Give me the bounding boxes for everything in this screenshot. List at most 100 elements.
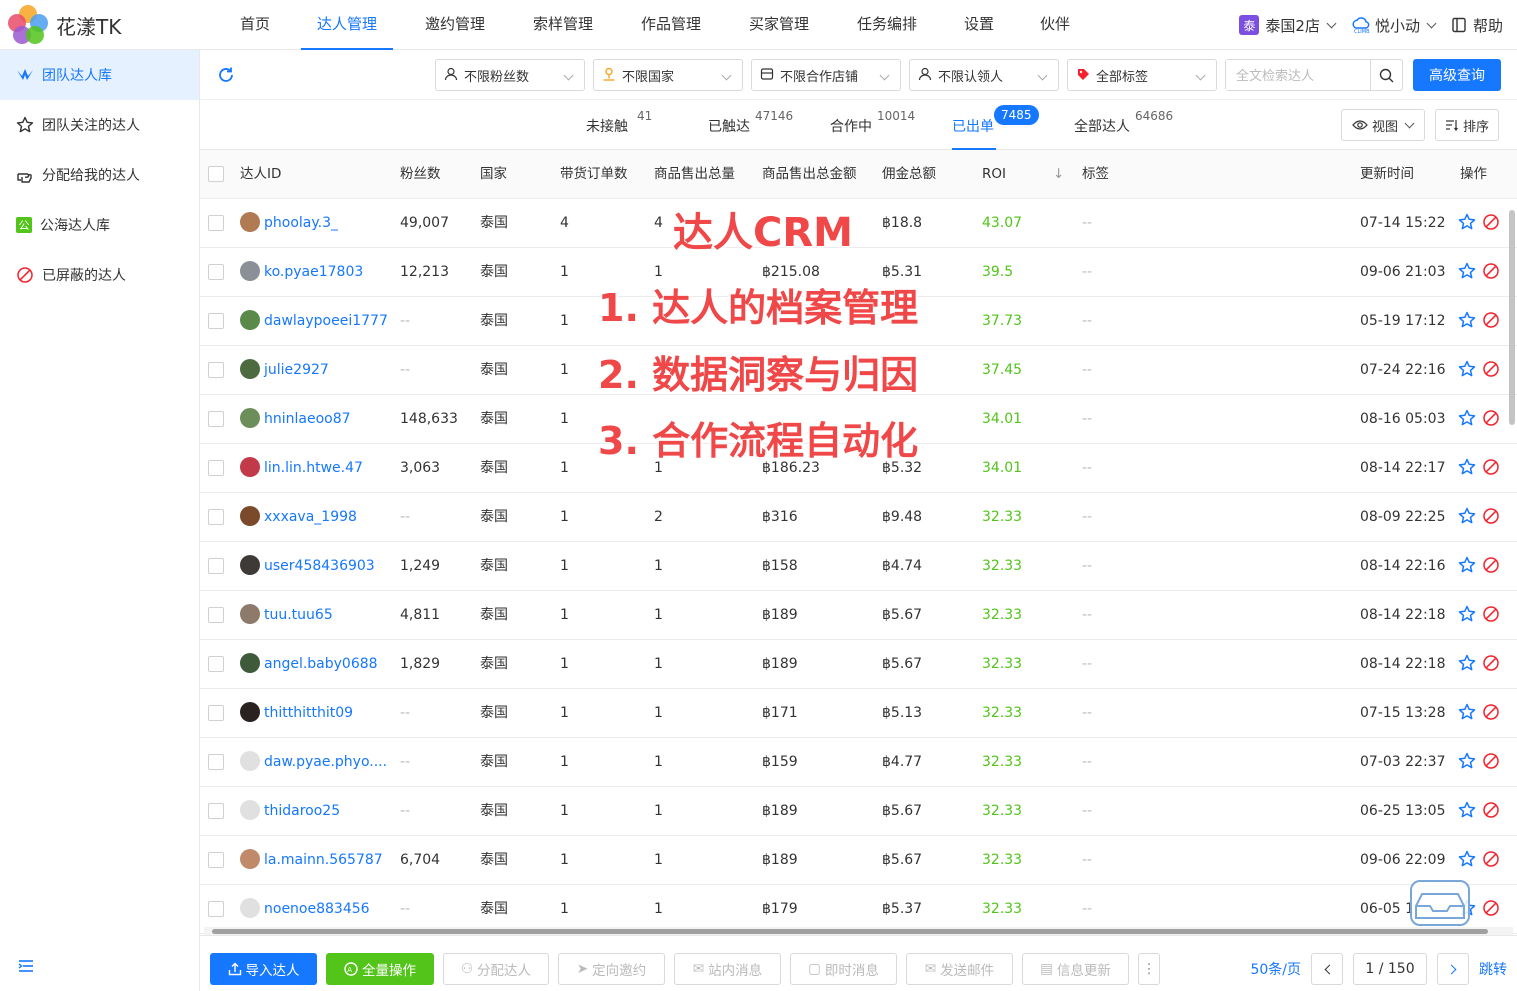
tab-has-orders[interactable]: 已出单 7485: [952, 100, 1039, 150]
row-checkbox[interactable]: [208, 803, 224, 819]
follow-star-icon[interactable]: [1458, 556, 1476, 578]
table-row[interactable]: dawlaypoeei1777 -- 泰国 1 37.73 -- 05-19 17:12: [200, 297, 1517, 346]
block-icon[interactable]: [1482, 311, 1500, 333]
sort-button[interactable]: 排序: [1435, 109, 1499, 141]
creator-id-link[interactable]: ko.pyae17803: [264, 264, 363, 280]
targeted-invite-button[interactable]: ➤ 定向邀约: [558, 953, 665, 985]
sidebar-item-public-pool[interactable]: 公 公海达人库: [0, 200, 199, 250]
nav-works-management[interactable]: 作品管理: [625, 0, 717, 50]
col-header-qty[interactable]: 商品售出总量: [654, 150, 735, 199]
table-row[interactable]: thitthitthit09 -- 泰国 1 1 ฿171 ฿5.13 32.33 -- 07-1…: [200, 689, 1517, 738]
creator-id-link[interactable]: thidaroo25: [264, 803, 340, 819]
refresh-icon[interactable]: [216, 65, 236, 89]
follow-star-icon[interactable]: [1458, 311, 1476, 333]
follow-star-icon[interactable]: [1458, 262, 1476, 284]
nav-settings[interactable]: 设置: [949, 0, 1009, 50]
creator-id-link[interactable]: lin.lin.htwe.47: [264, 460, 363, 476]
block-icon[interactable]: [1482, 213, 1500, 235]
follow-star-icon[interactable]: [1458, 409, 1476, 431]
creator-id-link[interactable]: tuu.tuu65: [264, 607, 333, 623]
row-checkbox[interactable]: [208, 558, 224, 574]
row-checkbox[interactable]: [208, 656, 224, 672]
block-icon[interactable]: [1482, 703, 1500, 725]
shop-filter-select[interactable]: 不限合作店铺: [751, 59, 901, 91]
block-icon[interactable]: [1482, 262, 1500, 284]
block-icon[interactable]: [1482, 899, 1500, 921]
table-row[interactable]: xxxava_1998 -- 泰国 1 2 ฿316 ฿9.48 32.33 -- 08-09 2…: [200, 493, 1517, 542]
follow-star-icon[interactable]: [1458, 360, 1476, 382]
block-icon[interactable]: [1482, 752, 1500, 774]
row-checkbox[interactable]: [208, 705, 224, 721]
scroll-thumb[interactable]: [212, 929, 1488, 934]
row-checkbox[interactable]: [208, 754, 224, 770]
tag-filter-select[interactable]: 全部标签: [1067, 59, 1217, 91]
creator-id-link[interactable]: la.mainn.565787: [264, 852, 383, 868]
bulk-operation-button[interactable]: A 全量操作: [326, 953, 434, 985]
creator-id-link[interactable]: dawlaypoeei1777: [264, 313, 388, 329]
assign-creators-button[interactable]: ⚇ 分配达人: [443, 953, 549, 985]
vertical-scrollbar[interactable]: [1509, 210, 1515, 425]
creator-id-link[interactable]: hninlaeoo87: [264, 411, 351, 427]
follow-star-icon[interactable]: [1458, 752, 1476, 774]
instant-message-button[interactable]: ▢ 即时消息: [790, 953, 897, 985]
app-logo[interactable]: 花漾TK: [8, 5, 121, 45]
search-input[interactable]: [1226, 60, 1366, 90]
row-checkbox[interactable]: [208, 313, 224, 329]
info-update-button[interactable]: ▤ 信息更新: [1022, 953, 1129, 985]
creator-id-link[interactable]: phoolay.3_: [264, 215, 338, 231]
nav-creator-management[interactable]: 达人管理: [301, 0, 393, 50]
page-size-select[interactable]: 50条/页: [1250, 959, 1301, 979]
advanced-query-button[interactable]: 高级查询: [1413, 59, 1501, 91]
row-checkbox[interactable]: [208, 901, 224, 917]
table-row[interactable]: julie2927 -- 泰国 1 37.45 -- 07-24 22:16: [200, 346, 1517, 395]
tab-not-contacted[interactable]: 未接触 41: [586, 100, 666, 150]
prev-page-button[interactable]: [1311, 953, 1343, 985]
row-checkbox[interactable]: [208, 607, 224, 623]
site-message-button[interactable]: ✉ 站内消息: [674, 953, 781, 985]
nav-partners[interactable]: 伙伴: [1025, 0, 1085, 50]
row-checkbox[interactable]: [208, 852, 224, 868]
block-icon[interactable]: [1482, 458, 1500, 480]
table-row[interactable]: phoolay.3_ 49,007 泰国 4 4 ฿18.8 43.07 -- 07-14 15…: [200, 199, 1517, 248]
tab-cooperating[interactable]: 合作中 10014: [830, 100, 920, 150]
user-menu[interactable]: CLIMB 悦小动: [1351, 15, 1437, 36]
nav-sample-management[interactable]: 索样管理: [517, 0, 609, 50]
table-row[interactable]: angel.baby0688 1,829 泰国 1 1 ฿189 ฿5.67 32.33 -- 0…: [200, 640, 1517, 689]
block-icon[interactable]: [1482, 409, 1500, 431]
table-row[interactable]: ko.pyae17803 12,213 泰国 1 1 ฿215.08 ฿5.31 39.5 --…: [200, 248, 1517, 297]
creator-id-link[interactable]: angel.baby0688: [264, 656, 378, 672]
row-checkbox[interactable]: [208, 264, 224, 280]
sidebar-item-assigned-to-me[interactable]: 分配给我的达人: [0, 150, 199, 200]
table-row[interactable]: la.mainn.565787 6,704 泰国 1 1 ฿189 ฿5.67 32.33 --…: [200, 836, 1517, 885]
table-row[interactable]: tuu.tuu65 4,811 泰国 1 1 ฿189 ฿5.67 32.33 -- 08-14 …: [200, 591, 1517, 640]
col-header-commission[interactable]: 佣金总额: [882, 150, 936, 199]
block-icon[interactable]: [1482, 556, 1500, 578]
page-indicator[interactable]: 1 / 150: [1353, 953, 1427, 985]
nav-invitation-management[interactable]: 邀约管理: [409, 0, 501, 50]
tab-all-creators[interactable]: 全部达人 64686: [1074, 100, 1174, 150]
shop-switcher[interactable]: 泰 泰国2店: [1239, 15, 1337, 36]
horizontal-scrollbar[interactable]: [204, 927, 1513, 935]
follow-star-icon[interactable]: [1458, 213, 1476, 235]
row-checkbox[interactable]: [208, 215, 224, 231]
sort-desc-icon[interactable]: ↓: [1053, 150, 1064, 199]
row-checkbox[interactable]: [208, 411, 224, 427]
block-icon[interactable]: [1482, 507, 1500, 529]
follow-star-icon[interactable]: [1458, 801, 1476, 823]
fans-filter-select[interactable]: 不限粉丝数: [435, 59, 585, 91]
claimer-filter-select[interactable]: 不限认领人: [909, 59, 1059, 91]
col-header-fans[interactable]: 粉丝数: [400, 150, 441, 199]
table-row[interactable]: daw.pyae.phyo.... -- 泰国 1 1 ฿159 ฿4.77 32.33 -- 0…: [200, 738, 1517, 787]
select-all-checkbox[interactable]: [208, 166, 224, 182]
creator-id-link[interactable]: julie2927: [264, 362, 329, 378]
tab-reached[interactable]: 已触达 47146: [708, 100, 798, 150]
help-link[interactable]: 帮助: [1451, 15, 1503, 36]
table-row[interactable]: user458436903 1,249 泰国 1 1 ฿158 ฿4.74 32.33 -- 08…: [200, 542, 1517, 591]
follow-star-icon[interactable]: [1458, 703, 1476, 725]
search-icon[interactable]: [1370, 60, 1402, 90]
block-icon[interactable]: [1482, 654, 1500, 676]
col-header-roi[interactable]: ROI: [982, 150, 1006, 199]
col-header-orders[interactable]: 带货订单数: [560, 150, 628, 199]
table-row[interactable]: thidaroo25 -- 泰国 1 1 ฿189 ฿5.67 32.33 -- 06-25 13…: [200, 787, 1517, 836]
row-checkbox[interactable]: [208, 509, 224, 525]
